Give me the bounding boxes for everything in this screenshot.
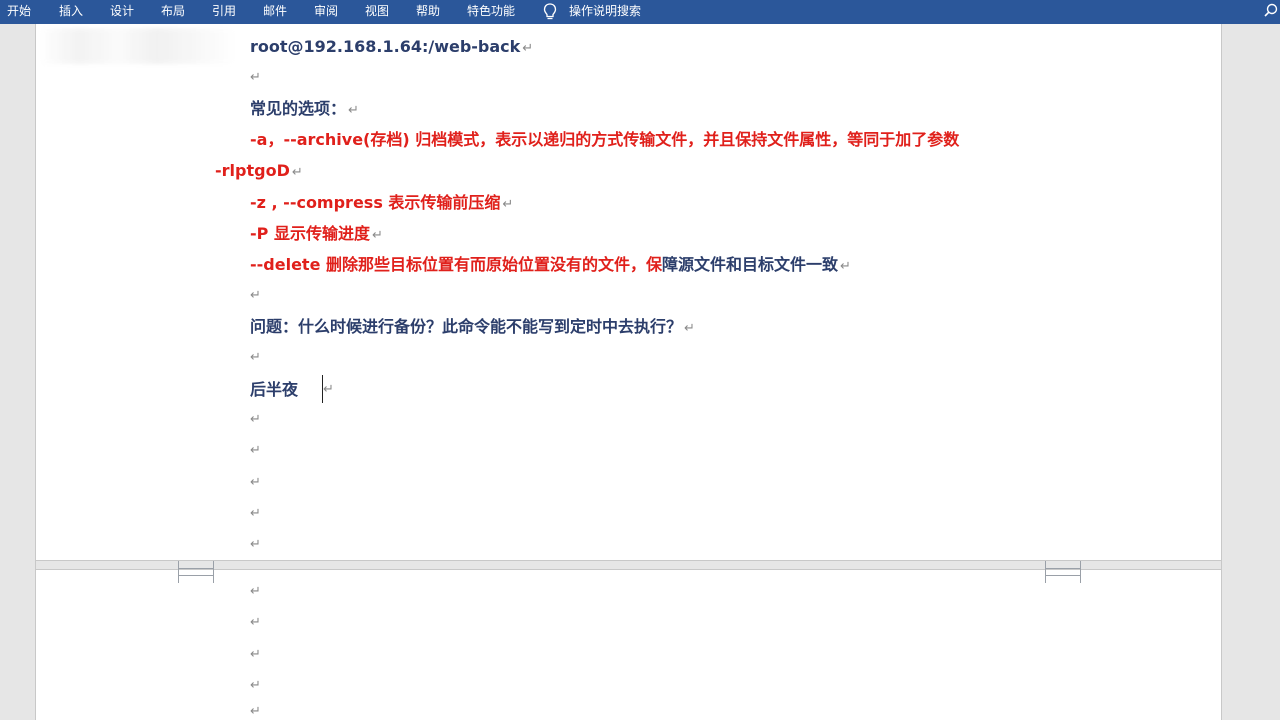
page-edge-right — [1221, 24, 1222, 720]
tab-insert[interactable]: 插入 — [59, 0, 83, 24]
tab-help[interactable]: 帮助 — [416, 0, 440, 24]
doc-line-answer[interactable]: 后半夜 — [250, 379, 298, 401]
tab-review[interactable]: 审阅 — [314, 0, 338, 24]
doc-line-option-a[interactable]: -a，--archive(存档) 归档模式，表示以递归的方式传输文件，并且保持文… — [250, 129, 959, 151]
tab-design[interactable]: 设计 — [110, 0, 134, 24]
tell-me-search[interactable]: 操作说明搜索 — [569, 0, 641, 24]
tab-home[interactable]: 开始 — [7, 0, 31, 24]
options-heading-text: 常见的选项： — [250, 99, 347, 118]
question-text: 问题：什么时候进行备份？此命令能不能写到定时中去执行？ — [250, 317, 683, 336]
tab-references[interactable]: 引用 — [212, 0, 236, 24]
doc-line-options-heading[interactable]: 常见的选项： ↵ — [250, 98, 359, 122]
doc-line-option-p[interactable]: -P 显示传输进度 ↵ — [250, 223, 383, 247]
tab-mailings[interactable]: 邮件 — [263, 0, 287, 24]
paragraph-mark: ↵ — [323, 382, 334, 397]
paragraph-mark: ↵ — [250, 412, 261, 427]
paragraph-mark: ↵ — [250, 584, 261, 599]
page-corner-mark — [178, 568, 214, 583]
blurred-region — [40, 28, 235, 64]
doc-line-question[interactable]: 问题：什么时候进行备份？此命令能不能写到定时中去执行？ ↵ — [250, 316, 695, 340]
paragraph-mark: ↵ — [502, 197, 514, 212]
paragraph-mark: ↵ — [250, 443, 261, 458]
right-gray-margin — [1222, 24, 1280, 720]
paragraph-mark: ↵ — [684, 321, 695, 336]
page-edge-left — [35, 24, 36, 720]
paragraph-mark: ↵ — [250, 506, 261, 521]
paragraph-mark: ↵ — [250, 678, 261, 693]
doc-line-option-delete[interactable]: --delete 删除那些目标位置有而原始位置没有的文件，保障源文件和目标文件一… — [250, 254, 851, 278]
option-z-text: -z , --compress 表示传输前压缩 — [250, 193, 501, 212]
page-corner-mark — [1045, 568, 1081, 583]
doc-line-option-a-cont[interactable]: -rlptgoD ↵ — [215, 160, 303, 184]
paragraph-mark: ↵ — [291, 165, 303, 180]
tab-special[interactable]: 特色功能 — [467, 0, 515, 24]
search-icon[interactable] — [1262, 0, 1280, 24]
tab-layout[interactable]: 布局 — [161, 0, 185, 24]
doc-line-option-z[interactable]: -z , --compress 表示传输前压缩 ↵ — [250, 192, 513, 216]
paragraph-mark: ↵ — [348, 103, 359, 118]
paragraph-mark: ↵ — [250, 537, 261, 552]
answer-text: 后半夜 — [250, 380, 299, 399]
paragraph-mark: ↵ — [250, 704, 261, 719]
option-p-text: -P 显示传输进度 — [250, 224, 370, 243]
paragraph-mark: ↵ — [250, 647, 261, 662]
paragraph-mark: ↵ — [371, 228, 383, 243]
tab-view[interactable]: 视图 — [365, 0, 389, 24]
paragraph-mark: ↵ — [522, 41, 534, 56]
option-a-text: -a，--archive(存档) 归档模式，表示以递归的方式传输文件，并且保持文… — [250, 130, 960, 149]
doc-line-prompt[interactable]: root@192.168.1.64:/web-back ↵ — [250, 36, 533, 60]
paragraph-mark: ↵ — [250, 615, 261, 630]
ribbon-bar: 开始 插入 设计 布局 引用 邮件 审阅 视图 帮助 特色功能 操作说明搜索 — [0, 0, 1280, 24]
option-delete-red-text: --delete 删除那些目标位置有而原始位置没有的文件，保 — [250, 255, 662, 274]
option-a-cont-text: -rlptgoD — [215, 161, 290, 180]
paragraph-mark: ↵ — [250, 70, 261, 85]
paragraph-mark: ↵ — [250, 288, 261, 303]
left-gray-margin — [0, 24, 35, 720]
paragraph-mark: ↵ — [250, 475, 261, 490]
option-delete-navy-text: 障源文件和目标文件一致 — [662, 255, 839, 274]
paragraph-mark: ↵ — [250, 350, 261, 365]
lightbulb-icon[interactable] — [543, 3, 557, 21]
paragraph-mark: ↵ — [840, 259, 851, 274]
prompt-text: root@192.168.1.64:/web-back — [250, 37, 521, 56]
